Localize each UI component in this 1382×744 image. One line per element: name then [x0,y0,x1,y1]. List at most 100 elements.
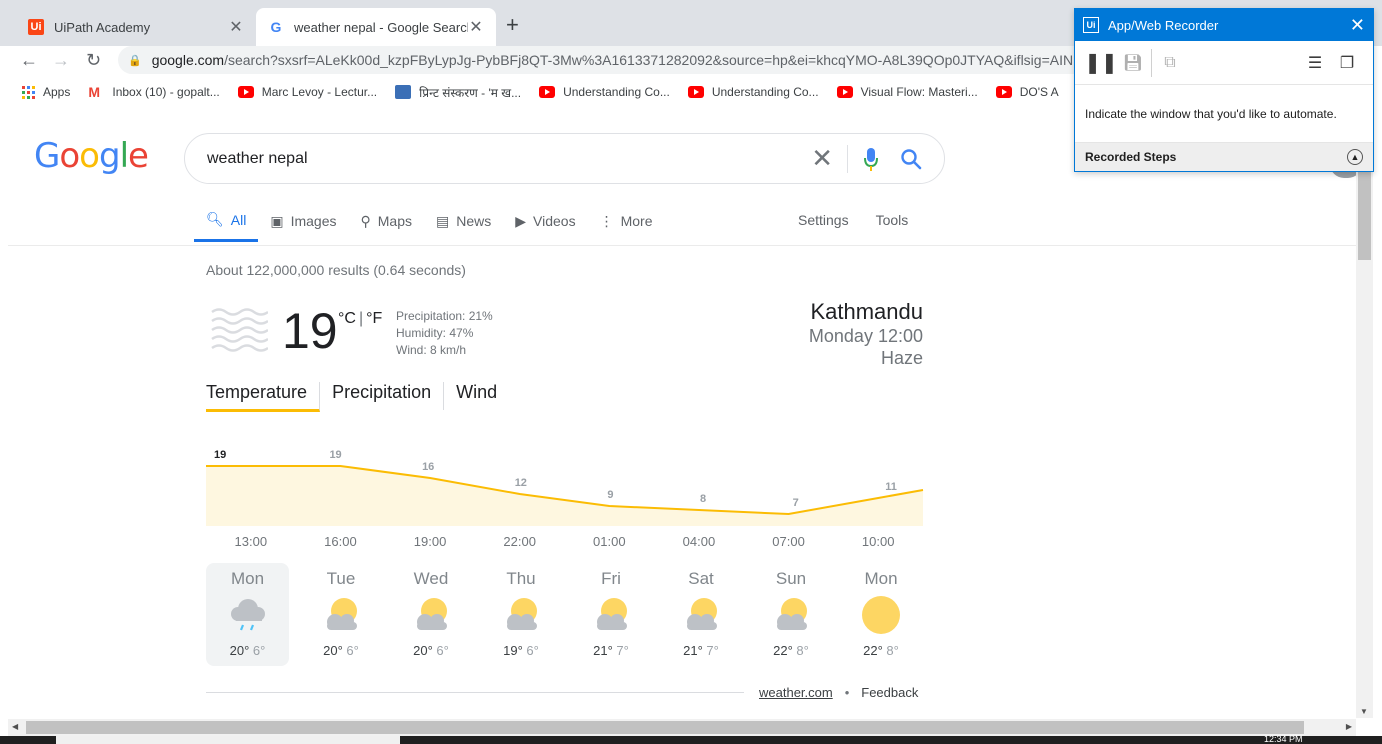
unit-fahrenheit[interactable]: °F [366,310,382,327]
close-icon[interactable]: ✕ [228,17,244,37]
google-logo[interactable]: Google [34,136,149,176]
recorded-steps-header[interactable]: Recorded Steps ▲ [1075,143,1373,171]
forward-arrow-icon[interactable]: → [52,50,70,71]
tab-precipitation[interactable]: Precipitation [320,382,445,410]
result-stats: About 122,000,000 results (0.64 seconds) [206,262,466,278]
tab-all[interactable]: 🔍︎ All [194,200,259,242]
scroll-down-icon[interactable]: ▼ [1360,707,1368,716]
news-icon: ▤ [436,212,450,229]
low-temp: 6° [436,643,449,658]
bookmark-youtube[interactable]: Understanding Co... [687,85,819,99]
high-temp: 19° [503,643,523,658]
bookmark-youtube[interactable]: DO'S A [995,85,1059,99]
data-label: 16 [422,461,434,473]
address-bar[interactable]: 🔒 google.com/search?sxsrf=ALeKk00d_kzpFB… [118,46,1118,74]
low-temp: 6° [526,643,539,658]
bookmark-label: Marc Levoy - Lectur... [261,85,378,99]
save-icon[interactable]: 💾︎ [1117,48,1149,78]
high-temp: 21° [683,643,703,658]
source-link[interactable]: weather.com [759,685,833,700]
divider [1151,48,1152,77]
tab-news[interactable]: ▤ News [424,200,503,242]
tab-uipath-academy[interactable]: Ui UiPath Academy ✕ [16,8,256,46]
bookmark-youtube[interactable]: Marc Levoy - Lectur... [237,85,378,99]
forecast-day[interactable]: Tue 20° 6° [296,563,386,666]
time-tick-label: 01:00 [593,534,626,549]
bookmark-apps[interactable]: Apps [22,85,70,99]
time-tick-label: 07:00 [772,534,805,549]
tab-temperature[interactable]: Temperature [206,382,321,412]
search-icon[interactable] [900,148,922,170]
bookmark-youtube[interactable]: Understanding Co... [539,85,670,99]
bookmark-label: Visual Flow: Masteri... [860,85,978,99]
tab-label: Images [290,213,337,229]
windows-icon[interactable]: ❐ [1331,48,1363,78]
forecast-day[interactable]: Mon 20° 6° [206,563,289,666]
forecast-day[interactable]: Sun 22° 8° [746,563,836,666]
data-label: 12 [515,477,527,489]
forecast-day[interactable]: Sat 21° 7° [656,563,746,666]
lock-icon: 🔒 [128,54,142,67]
bookmark-news-site[interactable]: प्रिन्ट संस्करण - 'म ख... [395,84,521,101]
wind-text: Wind: 8 km/h [396,343,467,357]
tab-maps[interactable]: ⚲ Maps [349,200,425,242]
tab-videos[interactable]: ▶ Videos [503,200,587,242]
search-nav-tabs: 🔍︎ All ▣ Images ⚲ Maps ▤ News ▶ Videos ⋮ More [194,200,665,246]
search-input[interactable]: weather nepal ✕ [184,133,945,184]
high-temp: 22° [773,643,793,658]
close-icon[interactable]: ✕ [1350,15,1365,36]
partly-cloudy-icon [417,598,447,630]
tab-google-search[interactable]: G weather nepal - Google Search ✕ [256,8,496,46]
recorder-message: Indicate the window that you'd like to a… [1075,85,1373,143]
new-tab-button[interactable]: + [506,12,519,38]
bookmark-youtube[interactable]: Visual Flow: Masteri... [836,85,978,99]
unit-celsius[interactable]: °C [338,310,356,327]
tab-images[interactable]: ▣ Images [258,200,348,242]
uipath-logo-icon: Ui [1083,17,1099,33]
day-temps: 22° 8° [773,643,809,658]
vertical-scrollbar[interactable]: ▲ ▼ [1356,110,1373,718]
scroll-thumb[interactable] [26,721,1304,734]
scroll-left-icon[interactable]: ◀ [12,722,18,731]
time-tick-label: 13:00 [234,534,268,549]
haze-icon [211,308,268,352]
indicate-window-icon[interactable]: ⧉ [1154,48,1186,78]
scroll-thumb[interactable] [1358,172,1371,260]
chevron-up-icon[interactable]: ▲ [1347,149,1363,165]
tab-label: Maps [377,213,412,229]
settings-link[interactable]: Settings [798,212,849,228]
high-temp: 22° [863,643,883,658]
microphone-icon[interactable] [864,146,878,172]
feedback-link[interactable]: Feedback [861,685,918,700]
pause-icon[interactable]: ❚❚ [1084,48,1118,78]
forecast-day[interactable]: Wed 20° 6° [386,563,476,666]
time-tick-label: 22:00 [503,534,536,549]
day-name: Sun [775,569,807,588]
bookmark-label: Understanding Co... [563,85,670,99]
back-arrow-icon[interactable]: ← [20,50,38,71]
forecast-day[interactable]: Fri 21° 7° [566,563,656,666]
close-icon[interactable]: ✕ [468,17,484,37]
partly-cloudy-icon [777,598,807,630]
horizontal-scrollbar[interactable]: ◀ ▶ [8,719,1356,736]
checklist-icon[interactable]: ☰ [1299,48,1331,78]
taskbar-button[interactable] [56,736,400,744]
tab-wind[interactable]: Wind [444,382,509,410]
day-name: Mon [230,569,265,588]
tab-more[interactable]: ⋮ More [588,200,665,242]
high-temp: 20° [413,643,433,658]
apps-grid-icon [22,85,35,99]
clear-icon[interactable]: ✕ [811,143,833,174]
reload-icon[interactable]: ↻ [86,50,101,71]
forecast-day[interactable]: Mon 22° 8° [836,563,926,666]
day-temps: 20° 6° [323,643,359,658]
bookmark-gmail[interactable]: M Inbox (10) - gopalt... [88,84,219,100]
recorder-title-bar[interactable]: Ui App/Web Recorder ✕ [1075,9,1373,41]
day-name: Fri [601,569,621,588]
bookmark-label: DO'S A [1019,85,1059,99]
forecast-day[interactable]: Thu 19° 6° [476,563,566,666]
tools-link[interactable]: Tools [876,212,909,228]
scroll-right-icon[interactable]: ▶ [1346,722,1352,731]
low-temp: 7° [616,643,629,658]
low-temp: 6° [252,643,266,658]
